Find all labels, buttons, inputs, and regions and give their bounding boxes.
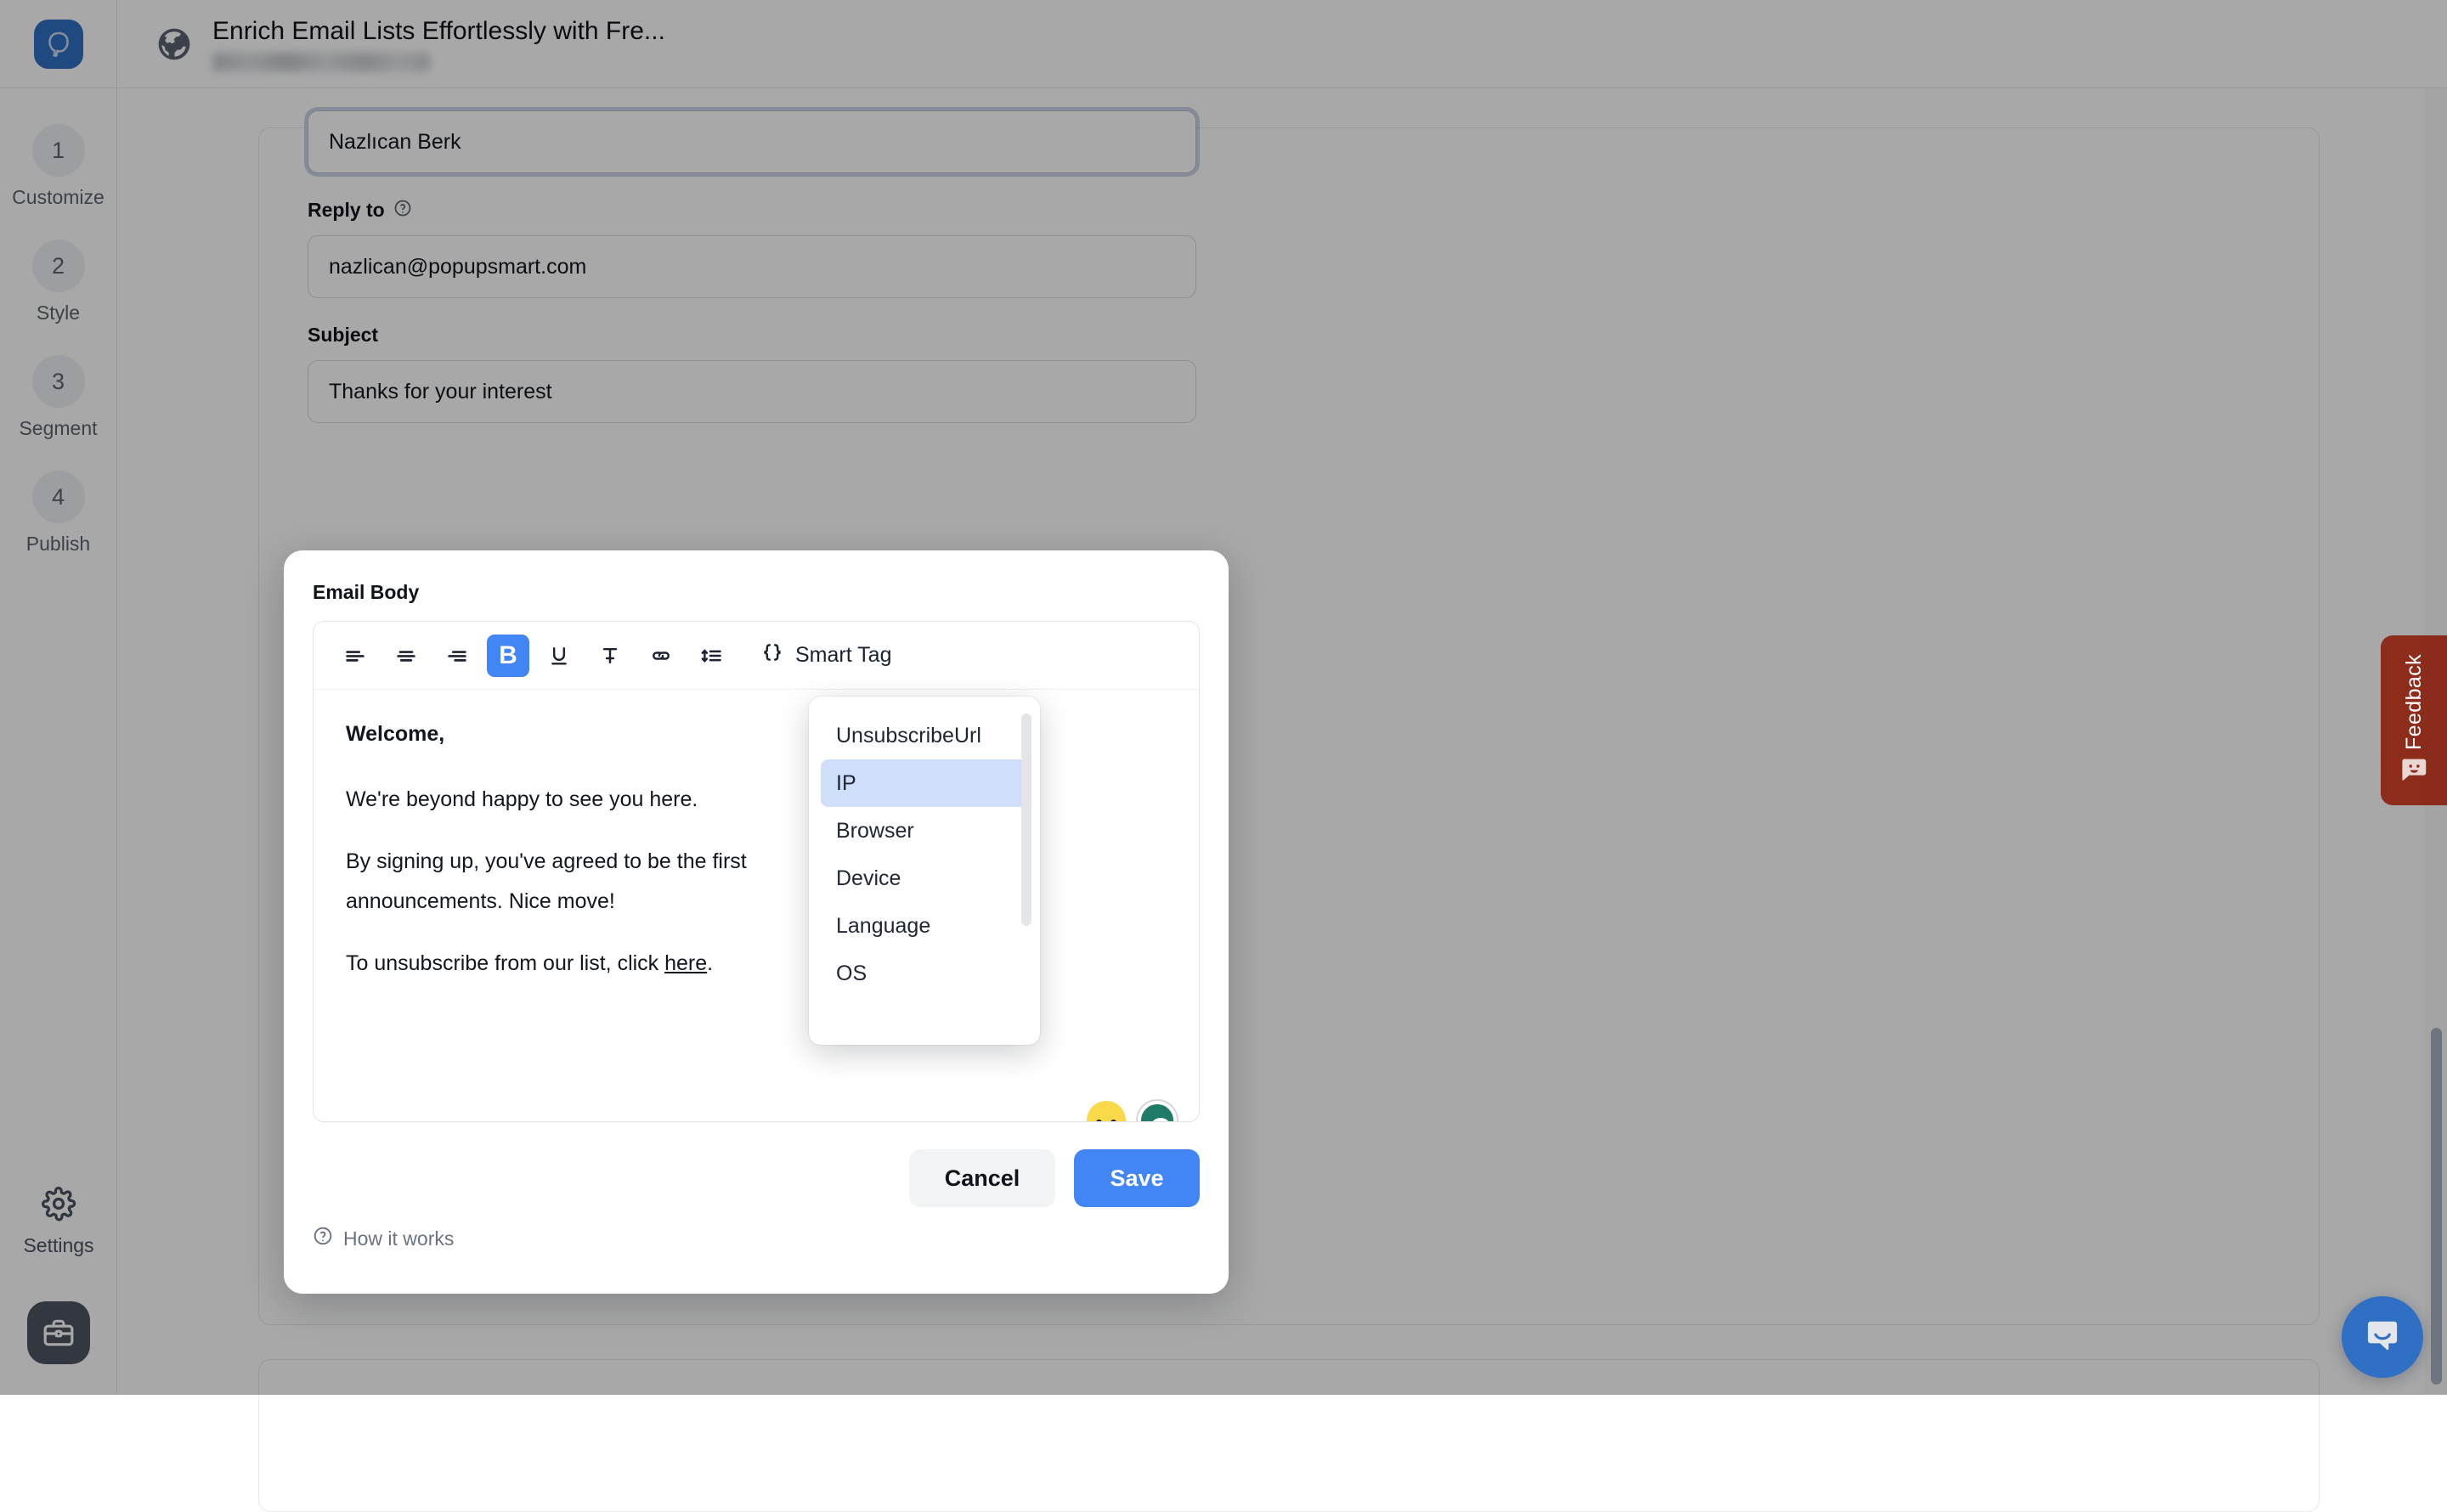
- save-button[interactable]: Save: [1074, 1149, 1200, 1207]
- email-line-1: We're beyond happy to see you here.: [346, 789, 1167, 810]
- smart-tag-option-os[interactable]: OS: [821, 950, 1028, 997]
- cancel-button[interactable]: Cancel: [909, 1149, 1055, 1207]
- smart-tag-option-device[interactable]: Device: [821, 855, 1028, 902]
- page-scrollbar-thumb[interactable]: [2431, 1028, 2442, 1385]
- emoji-picker-row: [1087, 1101, 1177, 1121]
- help-circle-icon: [313, 1226, 333, 1251]
- email-body-modal: Email Body B: [284, 550, 1229, 1294]
- smart-tag-option-browser[interactable]: Browser: [821, 807, 1028, 855]
- align-center-icon[interactable]: [385, 635, 427, 677]
- emoji-reaction-icon[interactable]: [1138, 1101, 1177, 1121]
- email-line-2b: announcements. Nice move!: [346, 891, 1167, 912]
- editor-toolbar: B: [314, 622, 1199, 690]
- bold-icon[interactable]: B: [487, 635, 529, 677]
- smart-tag-option-ip[interactable]: IP: [821, 759, 1028, 807]
- email-line-3-prefix: To unsubscribe from our list, click: [346, 951, 664, 975]
- page-scrollbar-track[interactable]: [2425, 88, 2447, 1395]
- how-it-works-link[interactable]: How it works: [313, 1226, 1200, 1251]
- unsubscribe-link[interactable]: here: [664, 951, 707, 975]
- smart-tag-dropdown[interactable]: UnsubscribeUrl IP Browser Device Languag…: [809, 697, 1040, 1045]
- email-body-label: Email Body: [313, 581, 1200, 604]
- smart-tag-button[interactable]: Smart Tag: [760, 640, 891, 670]
- how-it-works-label: How it works: [343, 1227, 454, 1250]
- smart-tag-option-language[interactable]: Language: [821, 902, 1028, 950]
- line-height-icon[interactable]: [691, 635, 733, 677]
- bold-glyph: B: [499, 643, 517, 669]
- email-line-3: To unsubscribe from our list, click here…: [346, 953, 1167, 974]
- feedback-label: Feedback: [2402, 654, 2427, 750]
- align-left-icon[interactable]: [334, 635, 376, 677]
- align-right-icon[interactable]: [436, 635, 478, 677]
- email-line-3-suffix: .: [707, 951, 713, 975]
- email-body-content[interactable]: Welcome, We're beyond happy to see you h…: [314, 690, 1199, 1121]
- smart-tag-label: Smart Tag: [795, 643, 891, 668]
- chat-launcher-button[interactable]: [2342, 1296, 2423, 1378]
- email-line-2a: By signing up, you've agreed to be the f…: [346, 851, 1167, 872]
- link-icon[interactable]: [640, 635, 682, 677]
- email-greeting: Welcome,: [346, 724, 1167, 745]
- modal-actions: Cancel Save: [313, 1149, 1200, 1207]
- strikethrough-icon[interactable]: [589, 635, 631, 677]
- rich-text-editor: B: [313, 621, 1200, 1122]
- code-braces-icon: [760, 640, 784, 670]
- emoji-smiley-icon[interactable]: [1087, 1101, 1126, 1121]
- chat-bubble-icon: [2361, 1314, 2404, 1361]
- underline-icon[interactable]: [538, 635, 580, 677]
- smart-tag-option-unsubscribeurl[interactable]: UnsubscribeUrl: [821, 712, 1028, 759]
- smart-tag-scrollbar[interactable]: [1021, 714, 1031, 926]
